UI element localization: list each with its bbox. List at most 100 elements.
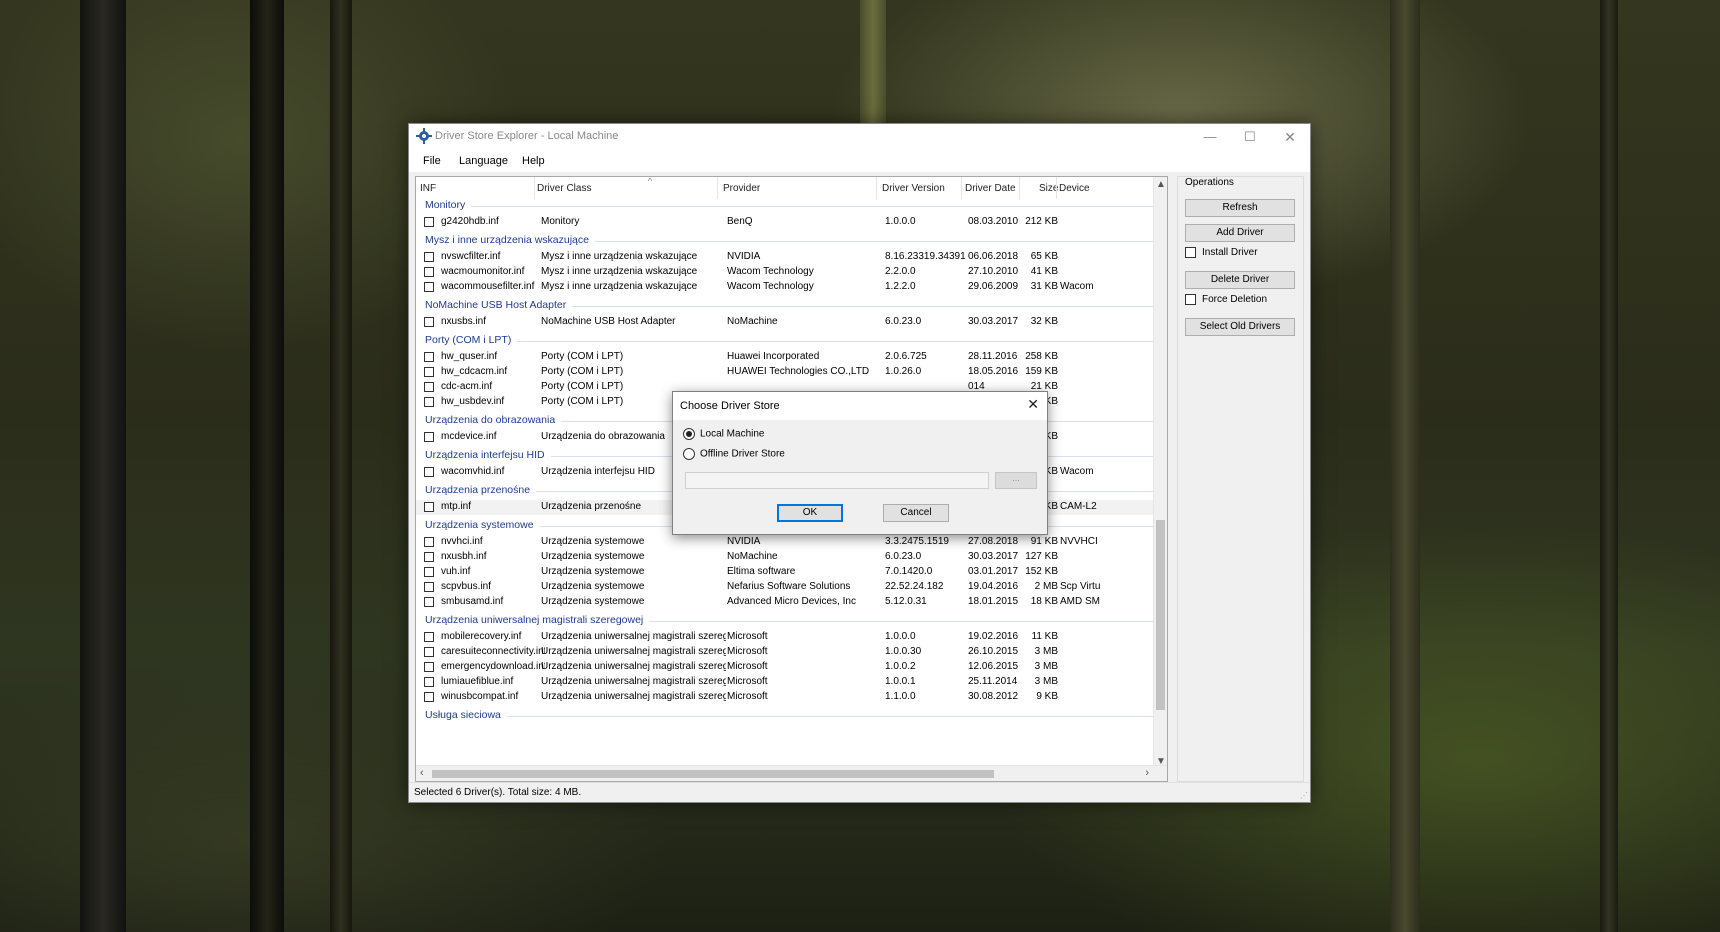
title-bar[interactable]: Driver Store Explorer - Local Machine — … bbox=[409, 124, 1310, 150]
group-header[interactable]: Usługa sieciowa bbox=[425, 709, 501, 721]
browse-button[interactable]: ... bbox=[995, 472, 1037, 489]
install-driver-checkbox[interactable]: Install Driver bbox=[1185, 247, 1258, 258]
cell-driver-date: 29.06.2009 bbox=[968, 281, 1019, 292]
row-checkbox[interactable] bbox=[424, 662, 434, 672]
list-item[interactable]: mobilerecovery.inf Urządzenia uniwersalne… bbox=[416, 630, 1154, 645]
sort-ascending-icon: ^ bbox=[648, 176, 653, 186]
row-checkbox[interactable] bbox=[424, 467, 434, 477]
list-item[interactable]: nvswcfilter.inf Mysz i inne urządzenia ws… bbox=[416, 250, 1154, 265]
group-header[interactable]: Urządzenia interfejsu HID bbox=[425, 449, 545, 461]
select-old-drivers-button[interactable]: Select Old Drivers bbox=[1185, 318, 1295, 336]
list-item[interactable]: wacmoumonitor.inf Mysz i inne urządzenia … bbox=[416, 265, 1154, 280]
checkbox-box[interactable] bbox=[1185, 247, 1196, 258]
row-checkbox[interactable] bbox=[424, 382, 434, 392]
row-checkbox[interactable] bbox=[424, 692, 434, 702]
list-item[interactable]: lumiauefiblue.inf Urządzenia uniwersalnej… bbox=[416, 675, 1154, 690]
horizontal-scrollbar[interactable]: ‹ › bbox=[416, 765, 1167, 781]
column-separator[interactable] bbox=[876, 177, 877, 199]
list-item[interactable]: caresuiteconnectivity.inf Urządzenia uniw… bbox=[416, 645, 1154, 660]
close-button[interactable]: ✕ bbox=[1270, 124, 1310, 150]
vertical-scrollbar[interactable]: ▲ ▼ bbox=[1153, 177, 1167, 767]
list-item[interactable]: g2420hdb.inf Monitory BenQ 1.0.0.0 08.03.201… bbox=[416, 215, 1154, 230]
scroll-up-icon[interactable]: ▲ bbox=[1156, 179, 1166, 190]
list-item[interactable]: emergencydownload.inf Urządzenia uniwersa… bbox=[416, 660, 1154, 675]
row-checkbox[interactable] bbox=[424, 502, 434, 512]
group-header[interactable]: Urządzenia systemowe bbox=[425, 519, 534, 531]
row-checkbox[interactable] bbox=[424, 317, 434, 327]
checkbox-box[interactable] bbox=[1185, 294, 1196, 305]
list-item[interactable]: nxusbh.inf Urządzenia systemowe NoMachine 6… bbox=[416, 550, 1154, 565]
minimize-button[interactable]: — bbox=[1190, 124, 1230, 150]
list-item[interactable]: nvvhci.inf Urządzenia systemowe NVIDIA 3.3.… bbox=[416, 535, 1154, 550]
delete-driver-button[interactable]: Delete Driver bbox=[1185, 271, 1295, 289]
row-checkbox[interactable] bbox=[424, 647, 434, 657]
dialog-close-icon[interactable]: ✕ bbox=[1027, 396, 1039, 413]
column-header-driver-class[interactable]: Driver Class bbox=[537, 183, 591, 194]
column-separator[interactable] bbox=[961, 177, 962, 199]
row-checkbox[interactable] bbox=[424, 432, 434, 442]
menu-file[interactable]: File bbox=[423, 155, 441, 167]
cell-size: 152 KB bbox=[1025, 566, 1058, 577]
row-checkbox[interactable] bbox=[424, 282, 434, 292]
offline-path-input[interactable] bbox=[685, 472, 989, 489]
row-checkbox[interactable] bbox=[424, 267, 434, 277]
refresh-button[interactable]: Refresh bbox=[1185, 199, 1295, 217]
offline-driver-store-option[interactable]: Offline Driver Store bbox=[683, 448, 785, 460]
list-item[interactable]: hw_cdcacm.inf Porty (COM i LPT) HUAWEI Tec… bbox=[416, 365, 1154, 380]
row-checkbox[interactable] bbox=[424, 397, 434, 407]
row-checkbox[interactable] bbox=[424, 252, 434, 262]
row-checkbox[interactable] bbox=[424, 367, 434, 377]
list-item[interactable]: smbusamd.inf Urządzenia systemowe Advanced… bbox=[416, 595, 1154, 610]
row-checkbox[interactable] bbox=[424, 597, 434, 607]
maximize-button[interactable]: ☐ bbox=[1230, 124, 1270, 150]
force-deletion-checkbox[interactable]: Force Deletion bbox=[1185, 294, 1267, 305]
column-separator[interactable] bbox=[1019, 177, 1020, 199]
background-tree bbox=[80, 0, 126, 932]
group-header[interactable]: NoMachine USB Host Adapter bbox=[425, 299, 566, 311]
group-header[interactable]: Urządzenia przenośne bbox=[425, 484, 530, 496]
column-header-inf[interactable]: INF bbox=[420, 183, 436, 194]
radio-unselected[interactable] bbox=[683, 448, 695, 460]
column-header-driver-version[interactable]: Driver Version bbox=[882, 183, 945, 194]
list-item[interactable]: wacommousefilter.inf Mysz i inne urządzen… bbox=[416, 280, 1154, 295]
resize-grip-icon[interactable]: ⋰ bbox=[1300, 791, 1308, 800]
ok-button[interactable]: OK bbox=[777, 504, 843, 522]
group-header[interactable]: Urządzenia do obrazowania bbox=[425, 414, 555, 426]
list-item[interactable]: scpvbus.inf Urządzenia systemowe Nefarius … bbox=[416, 580, 1154, 595]
list-item[interactable]: vuh.inf Urządzenia systemowe Eltima softwa… bbox=[416, 565, 1154, 580]
scroll-thumb[interactable] bbox=[1156, 520, 1165, 710]
add-driver-button[interactable]: Add Driver bbox=[1185, 224, 1295, 242]
row-checkbox[interactable] bbox=[424, 632, 434, 642]
radio-selected[interactable] bbox=[683, 428, 695, 440]
menu-language[interactable]: Language bbox=[459, 155, 508, 167]
scroll-right-icon[interactable]: › bbox=[1145, 767, 1149, 779]
group-header[interactable]: Urządzenia uniwersalnej magistrali szere… bbox=[425, 614, 643, 626]
menu-help[interactable]: Help bbox=[522, 155, 545, 167]
list-item[interactable]: winusbcompat.inf Urządzenia uniwersalnej … bbox=[416, 690, 1154, 705]
local-machine-option[interactable]: Local Machine bbox=[683, 428, 764, 440]
column-header-provider[interactable]: Provider bbox=[723, 183, 760, 194]
list-item[interactable]: hw_quser.inf Porty (COM i LPT) Huawei Inco… bbox=[416, 350, 1154, 365]
column-header-driver-date[interactable]: Driver Date bbox=[965, 183, 1016, 194]
column-separator[interactable] bbox=[717, 177, 718, 199]
row-checkbox[interactable] bbox=[424, 217, 434, 227]
row-checkbox[interactable] bbox=[424, 552, 434, 562]
column-separator[interactable] bbox=[534, 177, 535, 199]
column-header-device[interactable]: Device bbox=[1059, 183, 1090, 194]
scroll-left-icon[interactable]: ‹ bbox=[420, 767, 424, 779]
row-checkbox[interactable] bbox=[424, 567, 434, 577]
group-header[interactable]: Mysz i inne urządzenia wskazujące bbox=[425, 234, 589, 246]
group-header[interactable]: Porty (COM i LPT) bbox=[425, 334, 511, 346]
row-checkbox[interactable] bbox=[424, 677, 434, 687]
cell-inf: hw_quser.inf bbox=[441, 351, 498, 362]
cell-inf: hw_usbdev.inf bbox=[441, 396, 505, 407]
row-checkbox[interactable] bbox=[424, 352, 434, 362]
dialog-title-bar[interactable]: Choose Driver Store ✕ bbox=[673, 392, 1047, 420]
list-item[interactable]: nxusbs.inf NoMachine USB Host Adapter NoMa… bbox=[416, 315, 1154, 330]
cancel-button[interactable]: Cancel bbox=[883, 504, 949, 522]
row-checkbox[interactable] bbox=[424, 582, 434, 592]
scroll-thumb[interactable] bbox=[432, 770, 994, 778]
row-checkbox[interactable] bbox=[424, 537, 434, 547]
group-header[interactable]: Monitory bbox=[425, 199, 465, 211]
column-separator[interactable] bbox=[1056, 177, 1057, 199]
